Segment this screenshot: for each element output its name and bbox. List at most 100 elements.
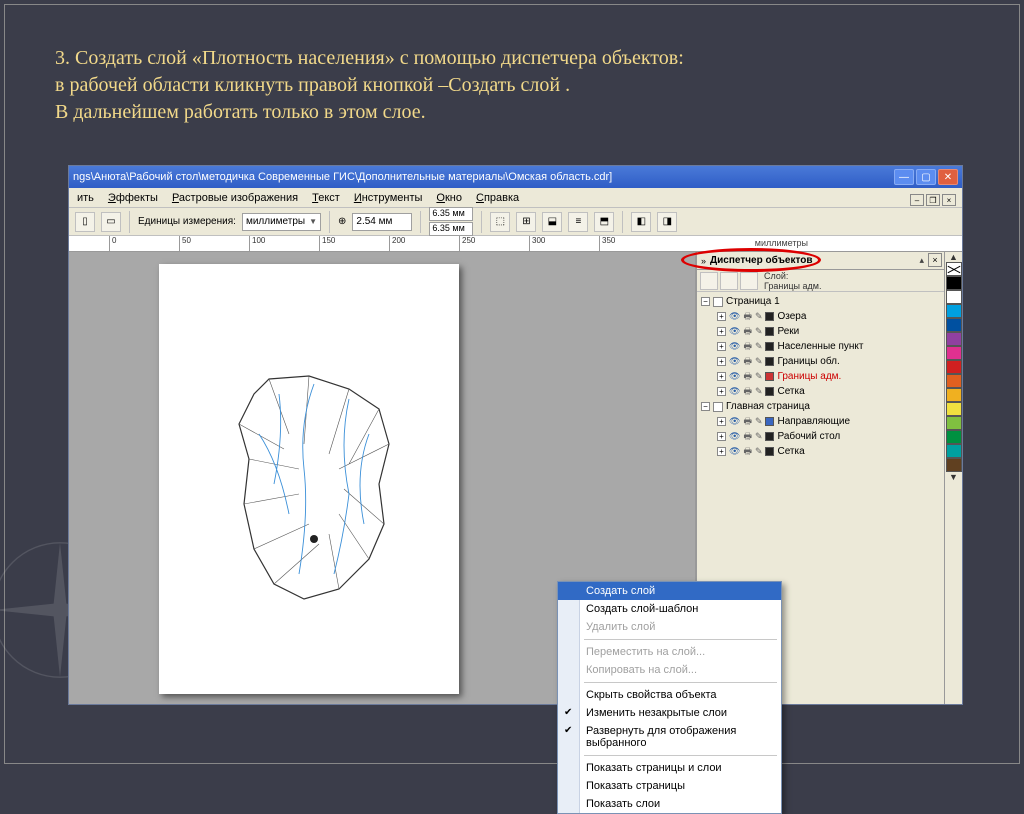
mdi-restore[interactable]: ❐ — [926, 194, 940, 206]
menu-tools[interactable]: Инструменты — [354, 192, 423, 204]
tree-page-1[interactable]: − Страница 1 — [699, 294, 942, 309]
color-swatch-icon[interactable] — [765, 312, 774, 321]
eye-icon[interactable]: 👁 — [729, 341, 740, 352]
layer-row[interactable]: +👁🖶✎Границы адм. — [699, 369, 942, 384]
color-swatch-icon[interactable] — [765, 327, 774, 336]
color-swatch-icon[interactable] — [765, 417, 774, 426]
color-swatch-icon[interactable] — [765, 357, 774, 366]
layer-row[interactable]: +👁🖶✎Реки — [699, 324, 942, 339]
edit-icon[interactable]: ✎ — [755, 341, 763, 352]
context-menu-item[interactable]: Показать страницы и слои — [558, 759, 781, 777]
context-menu-item[interactable]: Скрыть свойства объекта — [558, 686, 781, 704]
edit-icon[interactable]: ✎ — [755, 326, 763, 337]
print-icon[interactable]: 🖶 — [743, 324, 752, 340]
toolbar-btn-5[interactable]: ⬒ — [594, 212, 614, 232]
context-menu-item[interactable]: ✔Развернуть для отображения выбранного — [558, 722, 781, 752]
edit-icon[interactable]: ✎ — [755, 356, 763, 367]
color-swatch[interactable] — [946, 304, 962, 318]
docker-tool-3[interactable] — [740, 272, 758, 290]
color-swatch[interactable] — [946, 416, 962, 430]
color-swatch[interactable] — [946, 402, 962, 416]
context-menu-item[interactable]: Создать слой-шаблон — [558, 600, 781, 618]
eye-icon[interactable]: 👁 — [729, 326, 740, 337]
layer-row[interactable]: +👁🖶✎Населенные пункт — [699, 339, 942, 354]
eye-icon[interactable]: 👁 — [729, 431, 740, 442]
minimize-button[interactable]: — — [894, 169, 914, 185]
layer-row[interactable]: +👁🖶✎Сетка — [699, 444, 942, 459]
color-swatch[interactable] — [946, 430, 962, 444]
color-swatch-icon[interactable] — [765, 372, 774, 381]
mdi-minimize[interactable]: – — [910, 194, 924, 206]
context-menu-item[interactable]: Показать слои — [558, 795, 781, 813]
color-swatch[interactable] — [946, 276, 962, 290]
toolbar-btn-3[interactable]: ⬓ — [542, 212, 562, 232]
toolbar-btn-4[interactable]: ≡ — [568, 212, 588, 232]
layer-tree[interactable]: − Страница 1 +👁🖶✎Озера+👁🖶✎Реки+👁🖶✎Населе… — [697, 292, 944, 461]
color-swatch[interactable] — [946, 290, 962, 304]
edit-icon[interactable]: ✎ — [755, 431, 763, 442]
close-button[interactable]: ✕ — [938, 169, 958, 185]
print-icon[interactable]: 🖶 — [743, 414, 752, 430]
color-swatch[interactable] — [946, 360, 962, 374]
context-menu-item[interactable]: Показать страницы — [558, 777, 781, 795]
docker-tool-1[interactable] — [700, 272, 718, 290]
no-color-swatch[interactable] — [946, 262, 962, 276]
layer-row[interactable]: +👁🖶✎Направляющие — [699, 414, 942, 429]
menu-bitmaps[interactable]: Растровые изображения — [172, 192, 298, 204]
print-icon[interactable]: 🖶 — [743, 444, 752, 460]
toolbar-btn-7[interactable]: ◨ — [657, 212, 677, 232]
eye-icon[interactable]: 👁 — [729, 446, 740, 457]
layer-row[interactable]: +👁🖶✎Озера — [699, 309, 942, 324]
eye-icon[interactable]: 👁 — [729, 356, 740, 367]
menu-window[interactable]: Окно — [436, 192, 462, 204]
layer-row[interactable]: +👁🖶✎Границы обл. — [699, 354, 942, 369]
color-swatch[interactable] — [946, 444, 962, 458]
print-icon[interactable]: 🖶 — [743, 309, 752, 325]
palette-down-icon[interactable]: ▼ — [945, 472, 962, 482]
color-swatch[interactable] — [946, 318, 962, 332]
menu-item[interactable]: ить — [77, 192, 94, 204]
menu-help[interactable]: Справка — [476, 192, 519, 204]
menu-text[interactable]: Текст — [312, 192, 340, 204]
color-swatch-icon[interactable] — [765, 387, 774, 396]
edit-icon[interactable]: ✎ — [755, 386, 763, 397]
eye-icon[interactable]: 👁 — [729, 311, 740, 322]
print-icon[interactable]: 🖶 — [743, 429, 752, 445]
context-menu-item[interactable]: ✔Изменить незакрытые слои — [558, 704, 781, 722]
docker-titlebar[interactable]: » Диспетчер объектов ▴ × — [697, 252, 944, 270]
print-icon[interactable]: 🖶 — [743, 354, 752, 370]
color-swatch-icon[interactable] — [765, 342, 774, 351]
color-swatch[interactable] — [946, 374, 962, 388]
tree-master-page[interactable]: − Главная страница — [699, 399, 942, 414]
edit-icon[interactable]: ✎ — [755, 311, 763, 322]
layer-row[interactable]: +👁🖶✎Рабочий стол — [699, 429, 942, 444]
color-swatch[interactable] — [946, 332, 962, 346]
edit-icon[interactable]: ✎ — [755, 446, 763, 457]
print-icon[interactable]: 🖶 — [743, 369, 752, 385]
eye-icon[interactable]: 👁 — [729, 386, 740, 397]
edit-icon[interactable]: ✎ — [755, 416, 763, 427]
palette-up-icon[interactable]: ▲ — [945, 252, 962, 262]
color-swatch[interactable] — [946, 458, 962, 472]
dup-y-input[interactable]: 6.35 мм — [429, 222, 473, 236]
eye-icon[interactable]: 👁 — [729, 371, 740, 382]
docker-close-icon[interactable]: × — [928, 253, 942, 267]
color-swatch[interactable] — [946, 346, 962, 360]
color-swatch-icon[interactable] — [765, 432, 774, 441]
dup-x-input[interactable]: 6.35 мм — [429, 207, 473, 221]
print-icon[interactable]: 🖶 — [743, 339, 752, 355]
mdi-close[interactable]: × — [942, 194, 956, 206]
nudge-input[interactable]: 2.54 мм — [352, 213, 412, 231]
titlebar[interactable]: ngs\Анюта\Рабочий стол\методичка Совреме… — [69, 166, 962, 188]
print-icon[interactable]: 🖶 — [743, 384, 752, 400]
menu-effects[interactable]: Эффекты — [108, 192, 158, 204]
docker-tool-2[interactable] — [720, 272, 738, 290]
units-dropdown[interactable]: миллиметры▼ — [242, 213, 321, 231]
color-swatch-icon[interactable] — [765, 447, 774, 456]
layer-row[interactable]: +👁🖶✎Сетка — [699, 384, 942, 399]
edit-icon[interactable]: ✎ — [755, 371, 763, 382]
landscape-icon[interactable]: ▭ — [101, 212, 121, 232]
context-menu-item[interactable]: Создать слой — [558, 582, 781, 600]
maximize-button[interactable]: ▢ — [916, 169, 936, 185]
portrait-icon[interactable]: ▯ — [75, 212, 95, 232]
